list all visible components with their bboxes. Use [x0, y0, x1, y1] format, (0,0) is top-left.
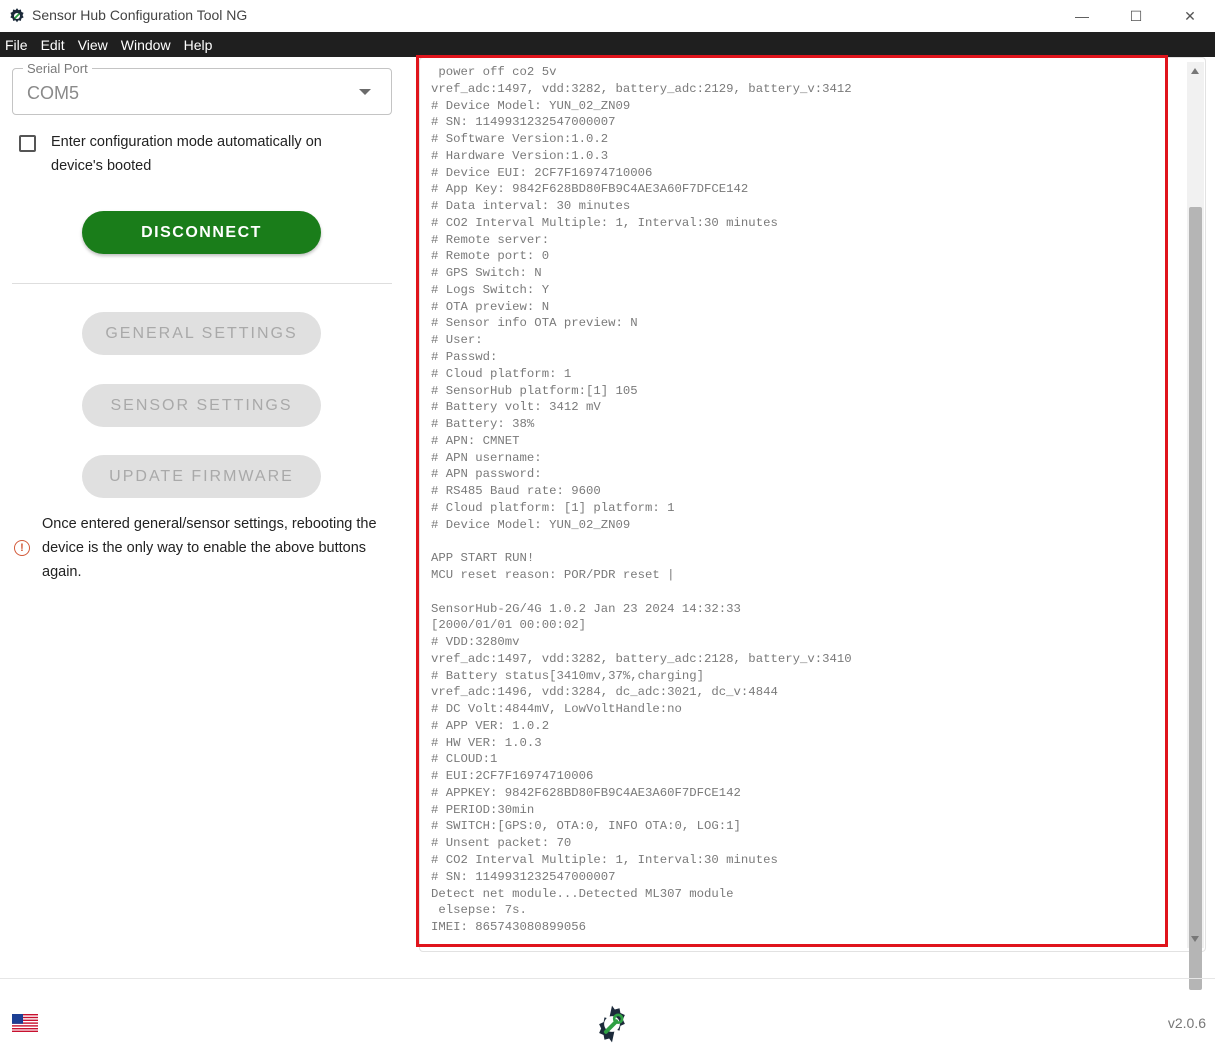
log-line: # APN: CMNET: [431, 433, 520, 448]
divider: [12, 283, 392, 284]
auto-config-checkbox[interactable]: [19, 135, 36, 152]
footer-divider: [0, 978, 1215, 979]
log-line: IMEI: 865743080899056: [431, 920, 586, 935]
log-line: # Cloud platform: [1] platform: 1: [431, 500, 675, 515]
maximize-button[interactable]: ☐: [1108, 0, 1164, 32]
menu-edit[interactable]: Edit: [41, 37, 65, 53]
disconnect-button[interactable]: DISCONNECT: [82, 211, 321, 254]
menu-window[interactable]: Window: [121, 37, 171, 53]
serial-port-value: COM5: [27, 83, 80, 103]
log-output[interactable]: power off co2 5v vref_adc:1497, vdd:3282,…: [431, 64, 1161, 939]
caret-down-icon: [359, 89, 371, 95]
log-line: # APN password:: [431, 467, 542, 482]
scroll-down-icon[interactable]: [1191, 936, 1199, 942]
log-line: # Battery volt: 3412 mV: [431, 400, 601, 415]
log-line: # Device Model: YUN_02_ZN09: [431, 98, 631, 113]
log-line: SensorHub-2G/4G 1.0.2 Jan 23 2024 14:32:…: [431, 601, 741, 616]
serial-port-select[interactable]: Serial Port COM5: [12, 61, 392, 115]
minimize-button[interactable]: —: [1054, 0, 1110, 32]
log-line: # Remote server:: [431, 232, 550, 247]
log-line: # Battery status[3410mv,37%,charging]: [431, 668, 705, 683]
log-line: # EUI:2CF7F16974710006: [431, 769, 594, 784]
log-line: APP START RUN!: [431, 551, 535, 566]
scroll-up-icon[interactable]: [1191, 68, 1199, 74]
info-text: Once entered general/sensor settings, re…: [42, 516, 377, 580]
log-line: # Data interval: 30 minutes: [431, 199, 631, 214]
log-line: # SN: 1149931232547000007: [431, 115, 616, 130]
log-line: # GPS Switch: N: [431, 266, 542, 281]
log-line: MCU reset reason: POR/PDR reset |: [431, 567, 675, 582]
log-line: # Software Version:1.0.2: [431, 132, 609, 147]
scroll-thumb[interactable]: [1189, 207, 1202, 990]
log-line: # Passwd:: [431, 350, 498, 365]
log-line: # DC Volt:4844mV, LowVoltHandle:no: [431, 702, 682, 717]
log-line: # SWITCH:[GPS:0, OTA:0, INFO OTA:0, LOG:…: [431, 819, 741, 834]
log-line: # SensorHub platform:[1] 105: [431, 383, 638, 398]
general-settings-button[interactable]: GENERAL SETTINGS: [82, 312, 321, 355]
log-line: # VDD:3280mv: [431, 635, 520, 650]
log-line: # Unsent packet: 70: [431, 836, 572, 851]
update-firmware-button[interactable]: UPDATE FIRMWARE: [82, 455, 321, 498]
log-line: # Device EUI: 2CF7F16974710006: [431, 165, 653, 180]
info-circle-icon: !: [14, 540, 30, 556]
log-line: # App Key: 9842F628BD80FB9C4AE3A60F7DFCE…: [431, 182, 749, 197]
log-line: # SN: 1149931232547000007: [431, 869, 616, 884]
log-line: # Logs Switch: Y: [431, 282, 550, 297]
log-line: power off co2 5v: [431, 65, 557, 79]
log-line: # Sensor info OTA preview: N: [431, 316, 638, 331]
log-line: # CLOUD:1: [431, 752, 498, 767]
log-line: # Hardware Version:1.0.3: [431, 148, 609, 163]
app-version: v2.0.6: [1167, 1015, 1206, 1031]
log-line: [2000/01/01 00:00:02]: [431, 618, 586, 633]
close-button[interactable]: ✕: [1162, 0, 1215, 32]
log-line: # OTA preview: N: [431, 299, 550, 314]
log-line: # Cloud platform: 1: [431, 366, 572, 381]
gear-wrench-logo-icon: [599, 1005, 625, 1043]
log-line: vref_adc:1497, vdd:3282, battery_adc:212…: [431, 81, 852, 96]
menu-bar: File Edit View Window Help: [0, 32, 1215, 57]
log-line: # HW VER: 1.0.3: [431, 735, 542, 750]
log-line: # APP VER: 1.0.2: [431, 718, 550, 733]
log-line: vref_adc:1496, vdd:3284, dc_adc:3021, dc…: [431, 685, 778, 700]
menu-file[interactable]: File: [5, 37, 28, 53]
sensor-settings-button[interactable]: SENSOR SETTINGS: [82, 384, 321, 427]
log-line: # Remote port: 0: [431, 249, 550, 264]
log-scrollbar[interactable]: [1187, 62, 1204, 990]
window-title: Sensor Hub Configuration Tool NG: [32, 7, 248, 23]
serial-port-label: Serial Port: [23, 61, 92, 76]
us-flag-icon[interactable]: [12, 1014, 38, 1032]
menu-help[interactable]: Help: [184, 37, 213, 53]
log-line: # User:: [431, 333, 483, 348]
log-line: # CO2 Interval Multiple: 1, Interval:30 …: [431, 852, 778, 867]
log-line: # Battery: 38%: [431, 417, 535, 432]
log-line: # Device Model: YUN_02_ZN09: [431, 517, 631, 532]
title-bar: Sensor Hub Configuration Tool NG — ☐ ✕: [0, 0, 1215, 32]
log-line: # PERIOD:30min: [431, 802, 535, 817]
log-line: elsepse: 7s.: [431, 903, 527, 918]
gear-icon: [10, 8, 24, 23]
menu-view[interactable]: View: [78, 37, 108, 53]
log-line: Detect net module...Detected ML307 modul…: [431, 886, 734, 901]
log-line: # CO2 Interval Multiple: 1, Interval:30 …: [431, 215, 778, 230]
log-line: # APPKEY: 9842F628BD80FB9C4AE3A60F7DFCE1…: [431, 785, 741, 800]
auto-config-label: Enter configuration mode automatically o…: [51, 134, 322, 174]
log-line: vref_adc:1497, vdd:3282, battery_adc:212…: [431, 651, 852, 666]
log-line: # APN username:: [431, 450, 542, 465]
log-line: # RS485 Baud rate: 9600: [431, 484, 601, 499]
